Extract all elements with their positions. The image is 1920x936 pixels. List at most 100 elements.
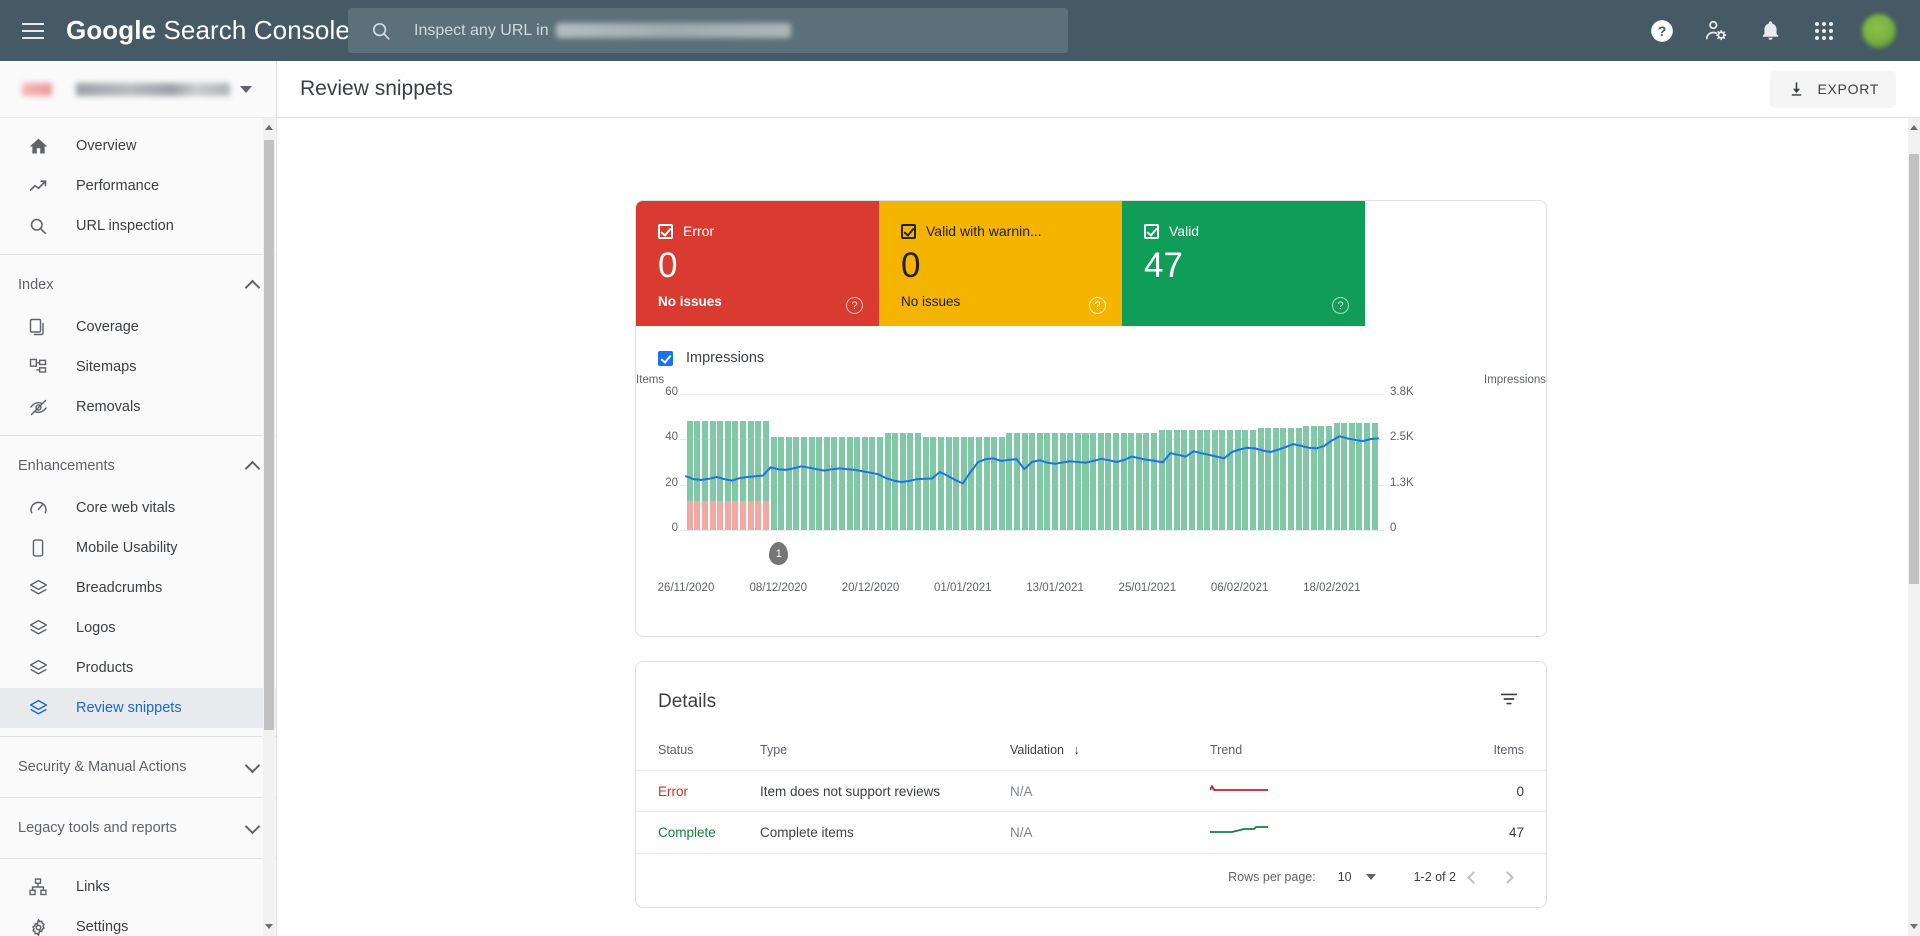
sidebar-group-index[interactable]: Index [0,263,276,307]
annotation-marker[interactable]: 1 [769,542,789,565]
site-favicon [22,82,52,96]
filter-button[interactable] [1494,684,1524,719]
x-axis-tick: 08/12/2020 [749,582,808,594]
search-icon [26,214,50,238]
column-header-status[interactable]: Status [636,735,760,771]
y-axis-tick: 0 [671,522,678,534]
x-axis-tick: 26/11/2020 [657,582,715,594]
divider [0,435,276,436]
top-bar-actions: ? [1640,0,1902,61]
status-card-valid[interactable]: Valid 47 ? [1122,201,1365,326]
sidebar-label: Products [76,660,134,676]
sidebar-item-removals[interactable]: Removals [0,387,276,427]
main-content: Review snippets EXPORT Error 0 No issues… [277,61,1920,936]
help-icon[interactable]: ? [846,297,863,314]
scroll-down-icon[interactable] [1910,924,1918,929]
x-axis-tick: 18/02/2021 [1303,582,1361,594]
sidebar-group-security[interactable]: Security & Manual Actions [0,745,276,789]
home-icon [26,134,50,158]
divider [0,797,276,798]
sidebar-item-overview[interactable]: Overview [0,126,276,166]
scroll-up-icon[interactable] [265,125,273,130]
sidebar-label: URL inspection [76,218,174,234]
sidebar-item-performance[interactable]: Performance [0,166,276,206]
sidebar-item-coverage[interactable]: Coverage [0,307,276,347]
url-inspection-search-bar[interactable]: Inspect any URL in [348,8,1068,53]
help-icon[interactable]: ? [1089,297,1106,314]
sidebar-item-logos[interactable]: Logos [0,608,276,648]
scroll-up-icon[interactable] [1910,125,1918,130]
next-page-button[interactable] [1490,860,1524,894]
sidebar-group-legacy-tools[interactable]: Legacy tools and reports [0,806,276,850]
rows-per-page-dropdown-icon[interactable] [1365,874,1376,880]
rows-per-page-value[interactable]: 10 [1338,870,1352,884]
sidebar-item-core-web-vitals[interactable]: Core web vitals [0,488,276,528]
property-selector[interactable] [0,61,276,118]
account-settings-button[interactable] [1694,9,1738,53]
status-card-subtitle: No issues [658,293,722,309]
warning-checkbox[interactable] [901,223,916,239]
sidebar-label: Core web vitals [76,500,176,516]
column-header-validation[interactable]: Validation ↓ [1010,735,1210,771]
status-cards: Error 0 No issues ? Valid with warnin...… [636,201,1546,326]
column-header-trend[interactable]: Trend [1210,735,1390,771]
status-card-value: 0 [658,246,678,285]
sidebar-scrollbar[interactable] [263,118,275,936]
y-axis-tick: 60 [665,386,678,398]
sidebar-item-breadcrumbs[interactable]: Breadcrumbs [0,568,276,608]
details-header: Details [636,662,1546,719]
chevron-down-icon [244,818,261,834]
content-scrollbar[interactable] [1908,118,1920,936]
status-card-valid-with-warnings[interactable]: Valid with warnin... 0 No issues ? [879,201,1122,326]
sidebar-label: Links [76,879,110,895]
help-button[interactable]: ? [1640,9,1684,53]
brand-product: Search Console [163,15,350,45]
sidebar-scroll-thumb[interactable] [264,140,274,730]
user-avatar[interactable] [1862,13,1896,48]
sidebar-item-settings[interactable]: Settings [0,907,276,936]
status-card-error[interactable]: Error 0 No issues ? [636,201,879,326]
column-header-items[interactable]: Items [1390,735,1546,771]
notifications-button[interactable] [1748,9,1792,53]
cell-status[interactable]: Error [636,771,760,812]
sidebar-label: Breadcrumbs [76,580,163,596]
hamburger-menu-icon[interactable] [22,18,48,44]
sidebar-item-mobile-usability[interactable]: Mobile Usability [0,528,276,568]
cell-type: Item does not support reviews [760,783,941,799]
x-axis-labels: 26/11/2020 08/12/2020 20/12/2020 01/01/2021… [658,582,1378,602]
error-checkbox[interactable] [658,223,673,239]
previous-page-button[interactable] [1456,860,1490,894]
sidebar-group-enhancements[interactable]: Enhancements [0,444,276,488]
bell-icon [1762,21,1778,40]
cell-status[interactable]: Complete [636,812,760,853]
google-apps-button[interactable] [1802,9,1846,53]
search-input[interactable]: Inspect any URL in [414,22,791,40]
layers-icon [26,616,50,640]
copy-pages-icon [26,315,50,339]
export-button[interactable]: EXPORT [1770,70,1896,108]
layers-icon [26,656,50,680]
chart-canvas[interactable] [686,394,1378,530]
sidebar-item-products[interactable]: Products [0,648,276,688]
search-icon [372,22,390,40]
help-icon[interactable]: ? [1332,297,1349,314]
filter-icon [1500,693,1518,705]
details-title: Details [658,690,717,712]
cell-type: Complete items [760,824,854,840]
sidebar-item-url-inspection[interactable]: URL inspection [0,206,276,246]
table-row[interactable]: Error Item does not support reviews N/A 0 [636,770,1546,812]
valid-checkbox[interactable] [1144,223,1159,239]
sidebar-item-review-snippets[interactable]: Review snippets [0,688,276,728]
column-header-type[interactable]: Type [760,735,1010,771]
sidebar-item-links[interactable]: Links [0,867,276,907]
sidebar-item-sitemaps[interactable]: Sitemaps [0,347,276,387]
scroll-down-icon[interactable] [265,924,273,929]
status-card-label: Valid [1169,223,1200,239]
sidebar-label: Logos [76,620,116,636]
rows-per-page-label: Rows per page: [1228,870,1316,884]
redacted-property-url [555,23,791,38]
content-scroll-thumb[interactable] [1909,154,1919,584]
table-row[interactable]: Complete Complete items N/A 47 [636,811,1546,853]
impressions-checkbox[interactable] [658,350,673,366]
status-and-chart-card: Error 0 No issues ? Valid with warnin...… [635,200,1547,637]
